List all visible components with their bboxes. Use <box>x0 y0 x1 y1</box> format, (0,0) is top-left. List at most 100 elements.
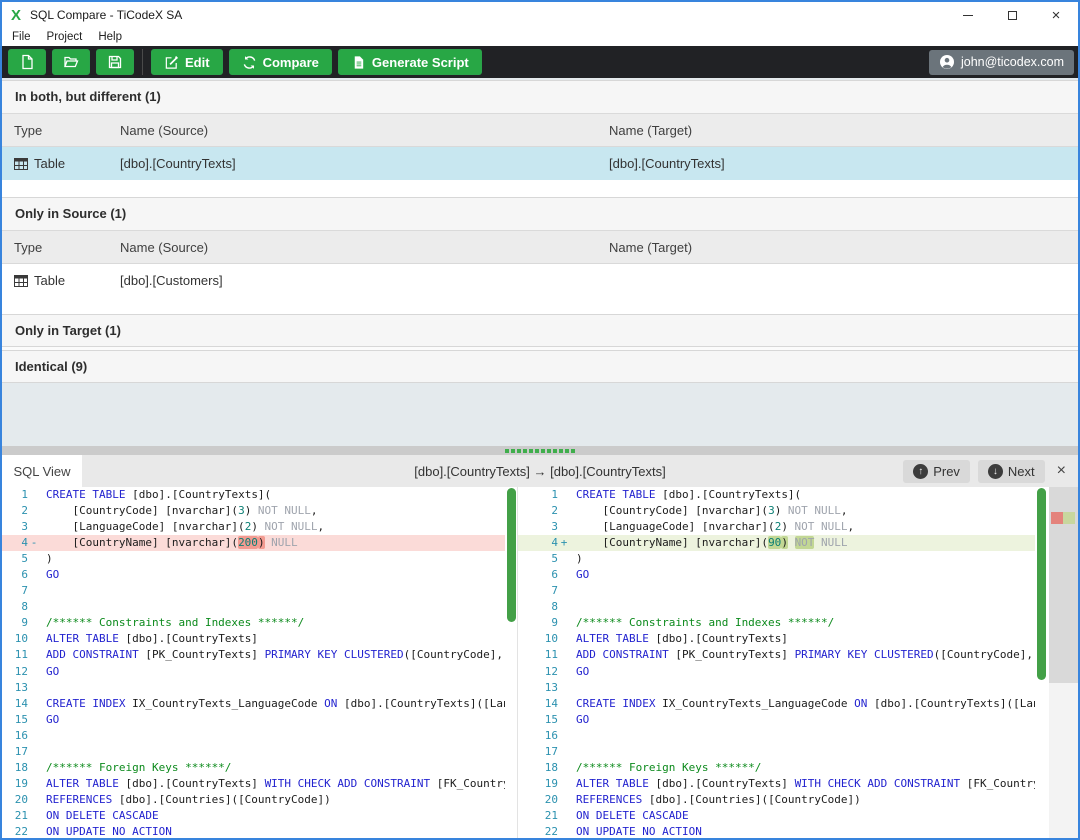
diff-marker <box>558 680 570 696</box>
open-file-button[interactable] <box>52 49 90 75</box>
column-header-2: Name (Target) <box>609 240 1078 255</box>
diff-marker <box>28 744 40 760</box>
code-line: 5) <box>518 551 1035 567</box>
prev-diff-button[interactable]: ↑ Prev <box>903 460 970 483</box>
diff-marker <box>558 503 570 519</box>
line-number: 5 <box>518 551 558 567</box>
close-button[interactable]: × <box>1034 2 1078 28</box>
splitter-handle[interactable] <box>2 446 1078 455</box>
target-scrollbar[interactable] <box>1035 487 1049 838</box>
menu-item-file[interactable]: File <box>4 31 39 43</box>
splitter-dot <box>505 449 509 453</box>
section-header-3[interactable]: Identical (9) <box>2 350 1078 383</box>
table-row[interactable]: Table[dbo].[CountryTexts][dbo].[CountryT… <box>2 147 1078 180</box>
next-diff-button[interactable]: ↓ Next <box>978 460 1045 483</box>
toolbar: Edit Compare Generate Script john@ticode… <box>2 46 1078 78</box>
line-number: 21 <box>518 808 558 824</box>
diff-marker: + <box>558 535 570 551</box>
code-line: 4+ [CountryName] [nvarchar](90) NOT NULL <box>518 535 1035 551</box>
source-code-editor[interactable]: 1CREATE TABLE [dbo].[CountryTexts](2 [Co… <box>2 487 505 838</box>
splitter-dot <box>523 449 527 453</box>
target-code-editor[interactable]: 1CREATE TABLE [dbo].[CountryTexts](2 [Co… <box>518 487 1035 838</box>
minimize-button[interactable] <box>946 2 990 28</box>
source-scrollbar[interactable] <box>505 487 517 838</box>
section-header-2[interactable]: Only in Target (1) <box>2 314 1078 347</box>
code-text: ALTER TABLE [dbo].[CountryTexts] <box>40 631 505 647</box>
code-text: [CountryCode] [nvarchar](3) NOT NULL, <box>570 503 1035 519</box>
code-text: REFERENCES [dbo].[Countries]([CountryCod… <box>40 792 505 808</box>
tab-sql-view[interactable]: SQL View <box>2 455 82 487</box>
code-line: 19ALTER TABLE [dbo].[CountryTexts] WITH … <box>518 776 1035 792</box>
table-row[interactable]: Table[dbo].[Customers] <box>2 264 1078 297</box>
menu-bar: FileProjectHelp <box>2 28 1078 46</box>
code-line: 18/****** Foreign Keys ******/ <box>518 760 1035 776</box>
splitter-dot <box>565 449 569 453</box>
line-number: 11 <box>518 647 558 663</box>
section-header-1[interactable]: Only in Source (1) <box>2 197 1078 230</box>
target-scrollbar-thumb[interactable] <box>1037 488 1046 680</box>
diff-overview-ruler[interactable] <box>1049 487 1078 838</box>
line-number: 15 <box>518 712 558 728</box>
line-number: 1 <box>2 487 28 503</box>
code-line: 3 [LanguageCode] [nvarchar](2) NOT NULL, <box>518 519 1035 535</box>
source-code-pane: 1CREATE TABLE [dbo].[CountryTexts](2 [Co… <box>2 487 517 838</box>
code-line: 19ALTER TABLE [dbo].[CountryTexts] WITH … <box>2 776 505 792</box>
column-header-2: Name (Target) <box>609 123 1078 138</box>
compare-refresh-icon <box>242 55 257 70</box>
target-code-pane: 1CREATE TABLE [dbo].[CountryTexts](2 [Co… <box>517 487 1078 838</box>
compare-button[interactable]: Compare <box>229 49 332 75</box>
menu-item-project[interactable]: Project <box>39 31 91 43</box>
code-text: /****** Constraints and Indexes ******/ <box>40 615 505 631</box>
splitter-dot <box>517 449 521 453</box>
code-text: [CountryName] [nvarchar](200) NULL <box>40 535 505 551</box>
line-number: 16 <box>2 728 28 744</box>
new-file-button[interactable] <box>8 49 46 75</box>
diff-mark-insert[interactable] <box>1063 512 1075 524</box>
code-line: 4- [CountryName] [nvarchar](200) NULL <box>2 535 505 551</box>
code-text: [CountryCode] [nvarchar](3) NOT NULL, <box>40 503 505 519</box>
prev-label: Prev <box>933 464 960 479</box>
code-text <box>570 583 1035 599</box>
maximize-button[interactable] <box>990 2 1034 28</box>
code-text: ALTER TABLE [dbo].[CountryTexts] WITH CH… <box>570 776 1035 792</box>
section-header-0[interactable]: In both, but different (1) <box>2 80 1078 113</box>
save-file-button[interactable] <box>96 49 134 75</box>
edit-button[interactable]: Edit <box>151 49 223 75</box>
code-line: 6GO <box>2 567 505 583</box>
code-line: 9/****** Constraints and Indexes ******/ <box>518 615 1035 631</box>
code-line: 14CREATE INDEX IX_CountryTexts_LanguageC… <box>2 696 505 712</box>
code-line: 22ON UPDATE NO ACTION <box>518 824 1035 838</box>
diff-marker <box>28 567 40 583</box>
diff-mark-delete[interactable] <box>1051 512 1063 524</box>
line-number: 5 <box>2 551 28 567</box>
code-line: 10ALTER TABLE [dbo].[CountryTexts] <box>518 631 1035 647</box>
close-sql-view-icon[interactable]: × <box>1057 462 1066 480</box>
row-type-cell: Table <box>14 156 120 171</box>
diff-marker <box>28 583 40 599</box>
diff-marker <box>558 712 570 728</box>
code-line: 21ON DELETE CASCADE <box>2 808 505 824</box>
title-bar: X SQL Compare - TiCodeX SA × <box>2 2 1078 28</box>
source-scrollbar-thumb[interactable] <box>507 488 516 622</box>
diff-marker <box>28 487 40 503</box>
maximize-icon <box>1008 11 1017 20</box>
code-line: 13 <box>518 680 1035 696</box>
diff-marker <box>28 728 40 744</box>
code-text: /****** Foreign Keys ******/ <box>570 760 1035 776</box>
minimize-icon <box>963 15 973 16</box>
code-line: 12GO <box>518 664 1035 680</box>
code-line: 17 <box>518 744 1035 760</box>
window-controls: × <box>946 2 1078 28</box>
diff-marker: - <box>28 535 40 551</box>
diff-marker <box>28 599 40 615</box>
code-text <box>570 744 1035 760</box>
generate-script-button[interactable]: Generate Script <box>338 49 482 75</box>
diff-marker <box>558 792 570 808</box>
code-line: 1CREATE TABLE [dbo].[CountryTexts]( <box>518 487 1035 503</box>
arrow-down-circle-icon: ↓ <box>988 464 1003 479</box>
menu-item-help[interactable]: Help <box>90 31 130 43</box>
script-file-icon <box>351 55 366 70</box>
save-icon <box>107 54 123 70</box>
account-button[interactable]: john@ticodex.com <box>929 50 1074 75</box>
line-number: 18 <box>2 760 28 776</box>
